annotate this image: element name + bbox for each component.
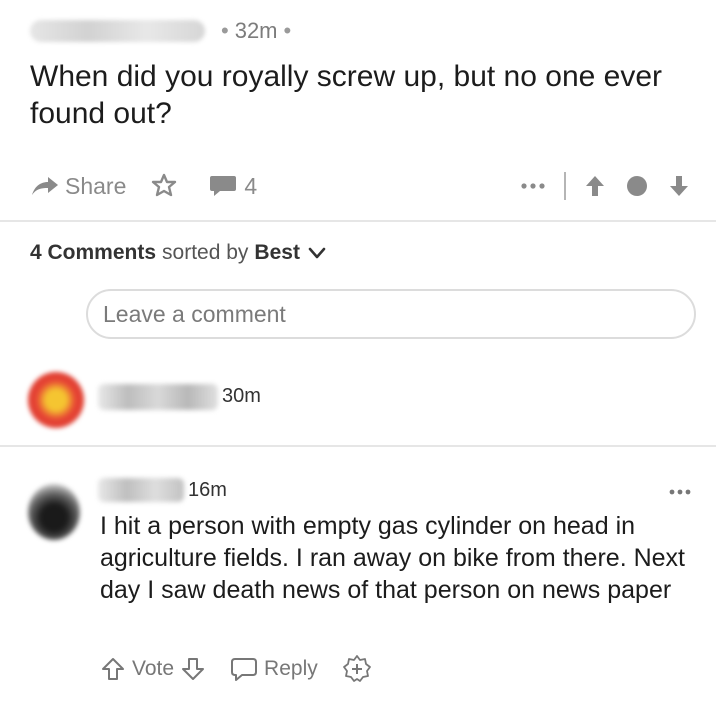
comment-time: 16m [188,479,227,501]
comments-button[interactable]: 4 [208,173,257,200]
comment-input-placeholder: Leave a comment [103,300,286,327]
sort-value: Best [254,241,300,264]
vote-label: Vote [132,657,175,680]
upvote-button[interactable] [584,174,606,198]
comment-time: 30m [222,385,261,407]
award-plus-icon[interactable] [342,654,372,684]
avatar[interactable] [28,372,84,428]
upvote-arrow-icon [584,174,606,198]
reply-label: Reply [264,657,318,680]
share-button[interactable]: Share [30,173,126,200]
post-title[interactable]: When did you royally screw up, but no on… [30,58,700,132]
vote-score [626,175,648,197]
comment-count: 4 [244,172,258,199]
post-time: 32m [234,18,278,43]
avatar[interactable] [28,484,80,540]
more-options-button[interactable] [520,182,546,190]
divider [0,220,716,222]
upvote-outline-icon[interactable] [100,656,126,682]
sorted-by-label: sorted by [162,241,249,264]
comment-bubble-icon [208,173,238,199]
share-arrow-icon [30,174,60,198]
more-dots-icon [668,488,692,496]
meta-separator: • [221,18,229,43]
reply-button[interactable]: Reply [230,656,318,682]
more-dots-icon [520,182,546,190]
award-icon [150,172,178,200]
action-divider [564,172,566,200]
comment-body: I hit a person with empty gas cylinder o… [100,512,685,604]
vote-dot-icon [626,175,648,197]
downvote-button[interactable] [668,174,690,198]
comment-author-blurred[interactable] [98,384,218,410]
divider [0,445,716,447]
award-button[interactable] [150,172,178,200]
comments-sort-bar[interactable]: 4 Comments sorted by Best [30,241,326,265]
post-author-blurred[interactable] [30,20,205,42]
post-action-bar: Share 4 [30,166,690,206]
comment-more-button[interactable] [668,476,692,502]
comment-author-blurred[interactable] [98,478,184,502]
comments-count-label: 4 Comments [30,241,157,264]
post-meta: • 32m • [30,14,297,48]
share-label: Share [65,172,127,199]
comment-action-bar: Vote Reply [100,654,372,684]
reply-bubble-icon [230,656,258,682]
downvote-arrow-icon [668,174,690,198]
meta-separator: • [283,18,292,43]
downvote-outline-icon[interactable] [180,656,206,682]
comment-input[interactable]: Leave a comment [86,289,696,339]
chevron-down-icon [308,247,326,259]
